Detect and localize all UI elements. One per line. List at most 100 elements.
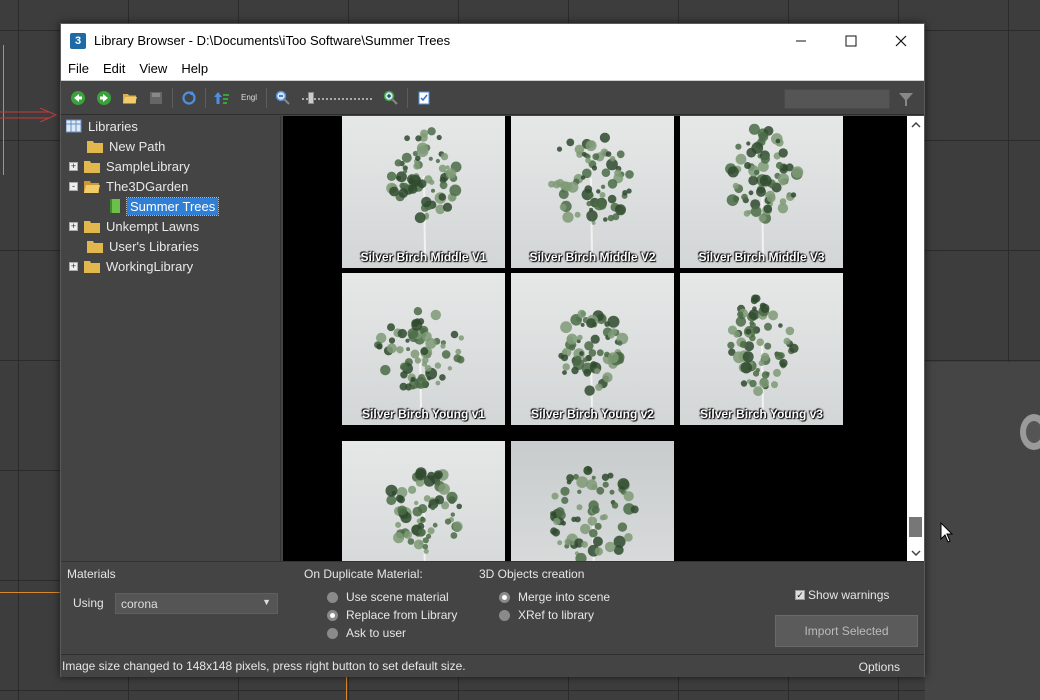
radio-use-scene-material[interactable]: Use scene material [327,590,449,604]
scroll-down-icon[interactable] [907,544,924,561]
viewport-object-outline [346,676,347,700]
forward-button[interactable] [94,88,114,108]
tree-leaf [566,138,575,147]
tree-leaf [591,220,596,225]
tree-item-workinglibrary[interactable]: + WorkingLibrary [69,256,193,276]
thumbnail-scrollbar[interactable] [907,116,924,561]
menu-view[interactable]: View [132,61,174,76]
window-title: Library Browser - D:\Documents\iToo Soft… [94,33,451,48]
folder-icon [84,160,100,173]
radio-merge-into-scene[interactable]: Merge into scene [499,590,610,604]
tree-leaf [759,174,772,187]
tree-leaf [779,198,787,205]
tree-item-the3dgarden[interactable]: - The3DGarden [69,176,188,196]
tree-leaf [750,206,762,217]
thumbnail-item[interactable] [511,441,674,561]
tree-item-summer-trees[interactable]: Summer Trees [109,196,220,216]
zoom-in-button[interactable] [381,88,401,108]
tree-item-users-libraries[interactable]: User's Libraries [87,236,199,256]
tree-leaf [577,309,586,319]
slider-thumb[interactable] [308,91,314,104]
tree-leaf [617,522,628,532]
select-value: corona [121,596,158,611]
thumbnail-item[interactable]: Silver Birch Young v3 [680,273,843,425]
radio-xref-to-library[interactable]: XRef to library [499,608,594,622]
radio-ask-to-user[interactable]: Ask to user [327,626,406,640]
filter-button[interactable] [896,89,916,109]
tree-leaf [764,342,772,350]
tree-leaf [740,380,748,387]
tree-item-samplelibrary[interactable]: + SampleLibrary [69,156,190,176]
tree-leaf [726,194,739,206]
tree-leaf [579,351,584,356]
thumbnail-item[interactable]: Silver Birch Middle V2 [511,116,674,268]
menu-help[interactable]: Help [174,61,215,76]
tree-leaf [415,135,422,142]
thumbnail-label: Silver Birch Young v1 [362,407,485,421]
tree-leaf [569,344,576,351]
expand-icon[interactable]: + [69,261,78,271]
tree-leaf [748,190,754,196]
folder-icon [84,220,100,233]
scroll-up-icon[interactable] [907,116,924,133]
tree-leaf [585,140,597,152]
expand-icon[interactable]: + [69,221,78,231]
material-renderer-select[interactable]: corona ▼ [115,593,278,614]
search-input[interactable] [784,89,890,109]
tree-leaf [733,330,741,338]
tree-leaf [758,360,765,367]
book-icon [110,199,120,213]
tree-leaf [758,214,767,223]
tree-leaf [456,355,465,364]
tree-leaf [439,181,448,190]
minimize-button[interactable] [776,24,826,57]
thumbnail-item[interactable]: Silver Birch Young v2 [511,273,674,425]
tree-item-label: Unkempt Lawns [106,218,200,234]
open-folder-button[interactable] [120,88,140,108]
checklist-button[interactable] [414,88,434,108]
back-button[interactable] [68,88,88,108]
tree-leaf [403,169,408,174]
tree-item-new-path[interactable]: New Path [87,136,165,156]
tree-leaf [435,158,440,164]
radio-replace-from-library[interactable]: Replace from Library [327,608,457,622]
tree-leaf [410,376,416,382]
refresh-icon [182,90,196,105]
show-warnings-checkbox[interactable]: ✓ Show warnings [795,588,889,602]
thumbnail-item[interactable]: Silver Birch Young v1 [342,273,505,425]
refresh-button[interactable] [179,88,199,108]
menu-file[interactable]: File [61,61,96,76]
tree-item-unkempt-lawns[interactable]: + Unkempt Lawns [69,216,199,236]
tree-leaf [561,496,569,504]
menu-edit[interactable]: Edit [96,61,132,76]
sort-button[interactable] [212,88,232,108]
scrollbar-thumb[interactable] [909,517,922,537]
viewport-arrow-icon [0,108,58,122]
expand-icon[interactable]: + [69,161,78,171]
tree-leaf [420,129,429,138]
tree-leaf [594,547,603,556]
import-selected-button[interactable]: Import Selected [775,615,918,647]
tree-leaf [385,484,398,497]
tree-leaf [615,204,626,216]
options-link[interactable]: Options [859,660,900,674]
tree-leaf [775,161,784,170]
zoom-out-button[interactable] [273,88,293,108]
thumbnail-size-slider[interactable] [300,91,374,105]
thumbnail-item[interactable]: Silver Birch Middle V3 [680,116,843,268]
maximize-button[interactable] [826,24,876,57]
collapse-icon[interactable]: - [69,181,78,191]
thumbnail-item[interactable]: Silver Birch Middle V1 [342,116,505,268]
close-button[interactable] [876,24,926,57]
save-icon [150,91,162,104]
tree-leaf [749,320,754,326]
tree-root[interactable]: Libraries [66,116,138,136]
tree-leaf [440,343,446,349]
tree-leaf [396,346,404,354]
birch-tree-icon [558,309,629,414]
language-selector[interactable]: Engl [238,88,260,108]
thumbnail-item[interactable] [342,441,505,561]
save-button[interactable] [146,88,166,108]
tree-leaf [438,483,450,495]
title-bar[interactable]: 3 Library Browser - D:\Documents\iToo So… [61,24,924,57]
